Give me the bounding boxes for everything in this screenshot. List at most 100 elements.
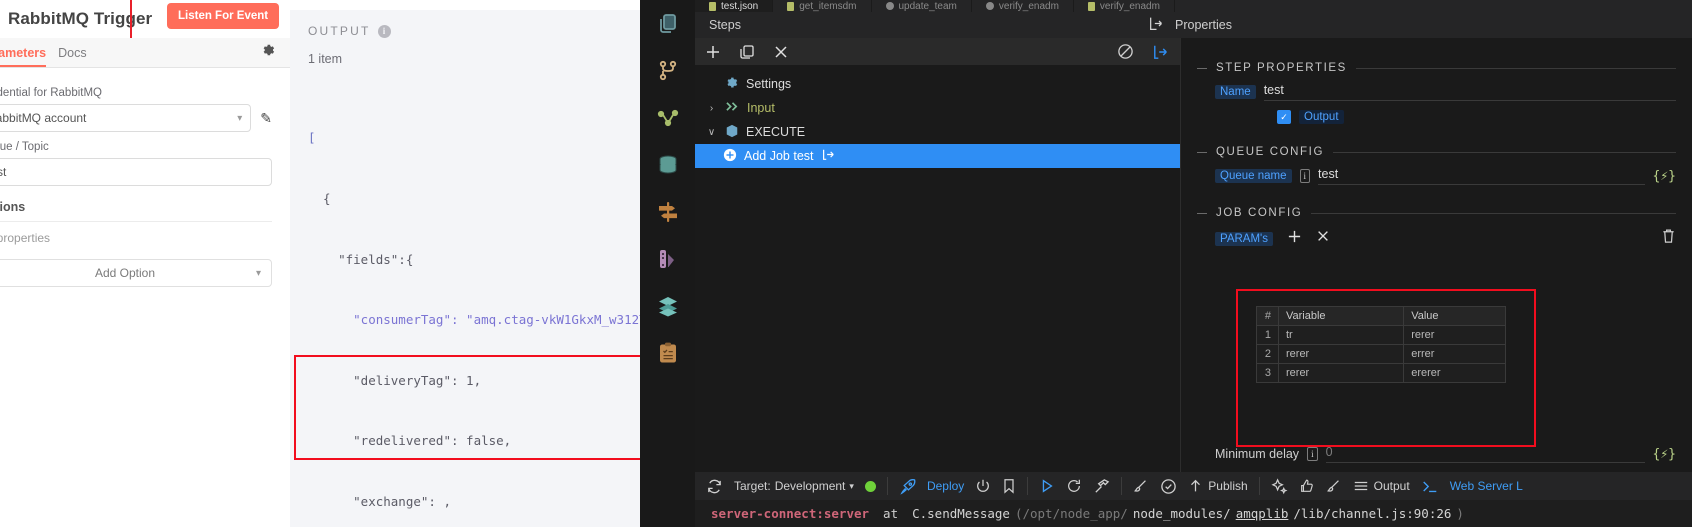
listen-for-event-button[interactable]: Listen For Event	[167, 3, 280, 29]
tree-item-input[interactable]: › Input	[695, 96, 1180, 120]
tree-item-label: Input	[747, 101, 775, 115]
expression-icon[interactable]: {⚡}	[1653, 447, 1676, 462]
tab-docs[interactable]: Docs	[58, 46, 98, 67]
json-line: "fields":{	[308, 251, 414, 267]
tree-twisty[interactable]: ›	[705, 103, 718, 114]
cell-variable[interactable]: rerer	[1277, 363, 1405, 383]
goto-step-icon[interactable]	[1152, 44, 1170, 60]
params-toolbar: PARAM's	[1197, 228, 1676, 249]
editor-tab[interactable]: test.json	[695, 0, 774, 12]
play-icon[interactable]	[1039, 478, 1055, 494]
package-icon	[725, 124, 739, 141]
list-icon[interactable]	[1353, 479, 1369, 493]
queue-config-legend: QUEUE CONFIG	[1197, 146, 1676, 158]
console-path-suffix: )	[1456, 506, 1464, 521]
queue-name-row: Queue name i test {⚡}	[1197, 167, 1676, 185]
clipboard-checklist-icon[interactable]	[640, 329, 695, 376]
editor-tab[interactable]: get_itemsdm	[773, 0, 872, 12]
add-param-icon[interactable]	[1287, 229, 1302, 249]
documents-icon[interactable]	[640, 0, 695, 47]
mute-icon	[885, 2, 894, 10]
queue-name-input[interactable]: test	[1318, 167, 1645, 185]
table-row[interactable]: 2 rerer errer	[1256, 344, 1506, 364]
webserver-label[interactable]: Web Server L	[1450, 479, 1523, 493]
console-path-rest: /lib/channel.js:90:26	[1293, 506, 1452, 521]
arrow-up-icon[interactable]	[1188, 478, 1203, 494]
publish-label[interactable]: Publish	[1208, 479, 1247, 493]
bookmark-icon[interactable]	[1002, 478, 1016, 494]
expression-icon[interactable]: {⚡}	[1653, 169, 1676, 184]
database-icon[interactable]	[640, 141, 695, 188]
info-icon[interactable]: i	[1299, 169, 1311, 183]
chevron-down-icon[interactable]: ▾	[849, 481, 854, 492]
console-output[interactable]: server-connect:server at C.sendMessage (…	[695, 500, 1692, 527]
add-option-button[interactable]: Add Option ▾	[0, 259, 272, 287]
signpost-icon[interactable]	[640, 188, 695, 235]
goto-step-icon[interactable]	[821, 148, 835, 164]
cell-value[interactable]: rerer	[1403, 325, 1506, 345]
add-step-icon[interactable]	[705, 44, 721, 60]
color-palette-icon[interactable]	[640, 235, 695, 282]
thumbs-up-icon[interactable]	[1299, 478, 1315, 494]
json-line: "exchange": ,	[308, 494, 451, 510]
info-icon[interactable]: i	[1307, 447, 1318, 461]
tree-item-label: Settings	[746, 77, 792, 91]
tree-twisty[interactable]: ∨	[705, 127, 718, 138]
output-panel-label[interactable]: Output	[1374, 479, 1410, 493]
disable-step-icon[interactable]	[1117, 43, 1134, 60]
git-branch-icon[interactable]	[640, 47, 695, 94]
cell-variable[interactable]: rerer	[1277, 344, 1405, 364]
output-checkbox[interactable]: ✓	[1277, 110, 1291, 124]
share-out-icon[interactable]	[1148, 16, 1165, 34]
rocket-icon[interactable]	[899, 478, 916, 495]
remove-param-icon[interactable]	[1316, 229, 1330, 248]
tree-item-settings[interactable]: Settings	[695, 72, 1180, 96]
refresh-icon[interactable]	[706, 478, 723, 495]
steps-panel: Settings › Input ∨ EXECUTE Add Job test	[695, 38, 1180, 527]
console-path-link[interactable]: amqplib	[1236, 506, 1289, 521]
tree-item-add-job[interactable]: Add Job test	[695, 144, 1180, 168]
terminal-icon[interactable]	[1421, 479, 1439, 494]
editor-tab[interactable]: verify_enadm	[1074, 0, 1175, 12]
trash-icon[interactable]	[1661, 228, 1676, 249]
add-option-label: Add Option	[94, 266, 156, 280]
share-nodes-icon[interactable]	[640, 94, 695, 141]
params-table[interactable]: # Variable Value 1 tr rerer 2 rerer erre…	[1256, 306, 1506, 383]
file-green-icon	[709, 1, 716, 11]
cell-index: 1	[1256, 325, 1279, 345]
edit-pencil-icon[interactable]: ✎	[260, 110, 272, 127]
cell-value[interactable]: errer	[1403, 344, 1506, 364]
editor-tab-label: test.json	[721, 0, 759, 12]
tree-item-execute[interactable]: ∨ EXECUTE	[695, 120, 1180, 144]
editor-tab[interactable]: update_team	[872, 0, 972, 12]
table-row[interactable]: 1 tr rerer	[1256, 325, 1506, 345]
tab-parameters[interactable]: Parameters	[0, 46, 58, 67]
json-output-view[interactable]: [ { "fields":{ "consumerTag": "amq.ctag-…	[290, 88, 640, 527]
layers-icon[interactable]	[640, 282, 695, 329]
target-value[interactable]: Development	[775, 479, 846, 493]
hammer-icon[interactable]	[1093, 478, 1110, 495]
editor-tab[interactable]: verify_enadm	[972, 0, 1074, 12]
delete-step-icon[interactable]	[773, 44, 789, 60]
queue-topic-input[interactable]: test	[0, 158, 272, 186]
ide-body: Settings › Input ∨ EXECUTE Add Job test …	[695, 38, 1692, 527]
json-line: "consumerTag": "amq.ctag-vkW1GkxM_w312T	[308, 312, 640, 328]
deploy-label[interactable]: Deploy	[927, 479, 964, 493]
brush-icon[interactable]	[1133, 478, 1149, 494]
queue-name-label: Queue name	[1215, 169, 1292, 183]
copy-step-icon[interactable]	[739, 44, 755, 60]
restart-icon[interactable]	[1066, 478, 1082, 494]
json-line: {	[308, 191, 331, 207]
power-icon[interactable]	[975, 478, 991, 494]
min-delay-input[interactable]: 0	[1325, 445, 1645, 463]
name-input[interactable]: test	[1263, 83, 1676, 101]
cell-variable[interactable]: tr	[1277, 325, 1405, 345]
brush-icon[interactable]	[1326, 478, 1342, 494]
info-icon[interactable]: i	[377, 24, 391, 38]
cell-value[interactable]: ererer	[1403, 363, 1506, 383]
gear-icon[interactable]	[261, 43, 276, 62]
credential-select[interactable]: RabbitMQ account ▾	[0, 104, 252, 132]
check-circle-icon[interactable]	[1160, 478, 1177, 495]
table-row[interactable]: 3 rerer ererer	[1256, 363, 1506, 383]
sparkle-icon[interactable]	[1271, 477, 1288, 495]
